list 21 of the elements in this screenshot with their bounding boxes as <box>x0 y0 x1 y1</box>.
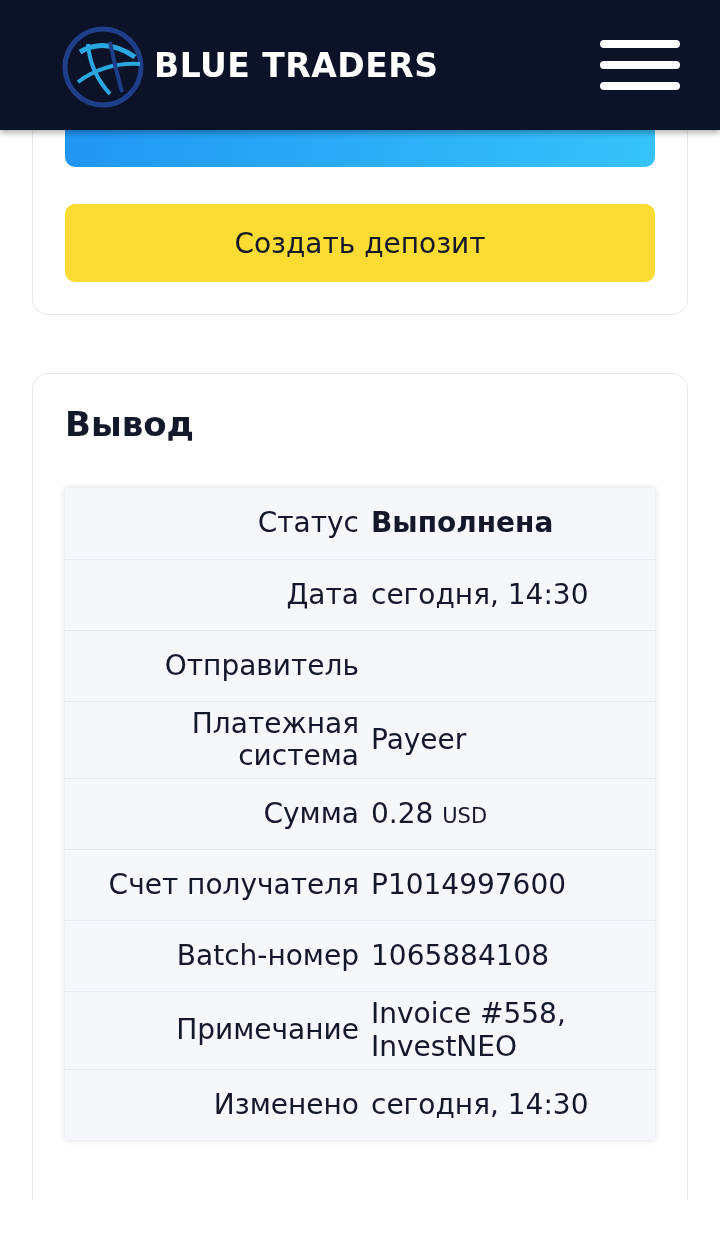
menu-button[interactable] <box>600 40 680 90</box>
row-label: Примечание <box>175 1014 359 1047</box>
row-label: Отправитель <box>163 649 359 683</box>
row-value: сегодня, 14:30 <box>371 1088 590 1121</box>
status-value: Выполнена <box>371 507 555 540</box>
row-value: Payeer <box>371 724 468 757</box>
logo-text: BLUE TRADERS <box>154 45 439 85</box>
row-value: P1014997600 <box>371 869 568 902</box>
create-deposit-button[interactable]: Создать депозит <box>65 204 655 282</box>
row-value: Invoice #558, InvestNEO <box>371 998 567 1063</box>
card-title: Вывод <box>65 403 195 446</box>
row-label: Изменено <box>212 1088 359 1121</box>
row-label: Сумма <box>262 798 359 831</box>
row-value: 1065884108 <box>371 940 551 973</box>
row-label: Batch-номер <box>175 940 359 973</box>
row-label: Статус <box>256 507 359 540</box>
row-value: 0.28 USD <box>371 798 489 831</box>
row-label: Платежная система <box>190 708 359 773</box>
row-label: Дата <box>285 578 359 612</box>
row-label: Счет получателя <box>107 869 359 902</box>
row-value: сегодня, 14:30 <box>371 578 590 612</box>
